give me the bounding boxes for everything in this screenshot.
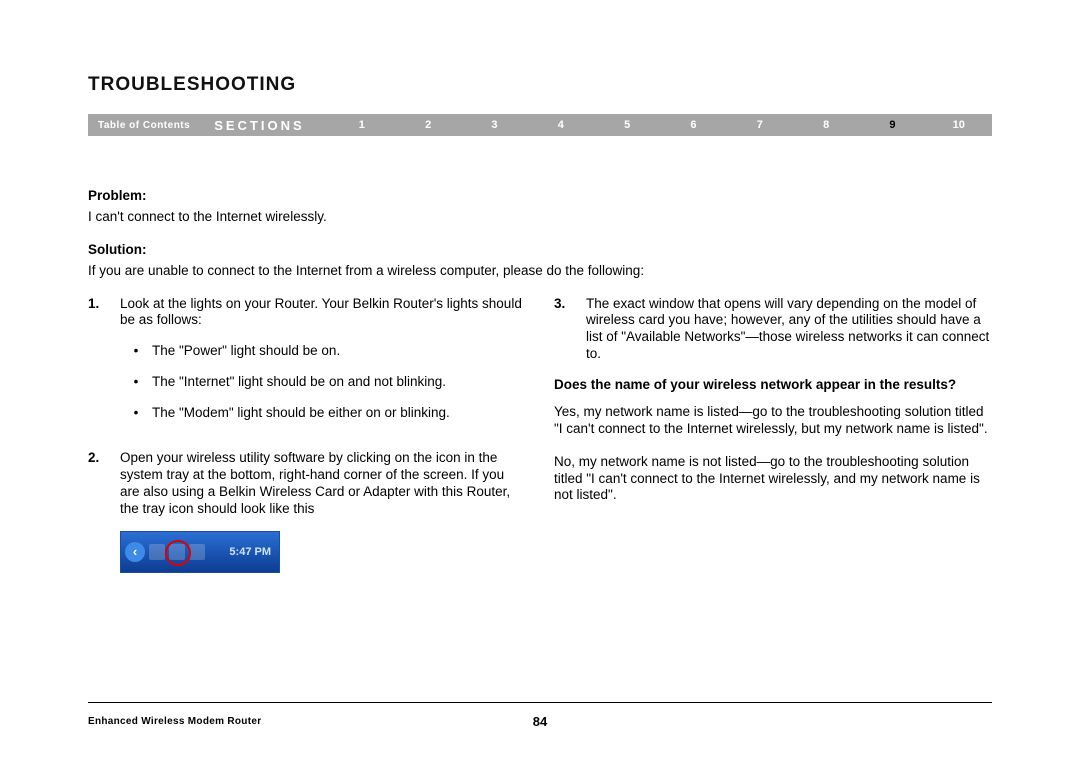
step-1-number: 1.: [88, 296, 120, 436]
content-area: Problem: I can't connect to the Internet…: [88, 188, 992, 573]
bullet-internet: •The "Internet" light should be on and n…: [120, 374, 526, 391]
bullet-power: •The "Power" light should be on.: [120, 343, 526, 360]
left-column: 1. Look at the lights on your Router. Yo…: [88, 296, 526, 574]
problem-text: I can't connect to the Internet wireless…: [88, 209, 992, 226]
section-link-7[interactable]: 7: [727, 119, 793, 131]
solution-label: Solution:: [88, 242, 992, 259]
section-link-8[interactable]: 8: [793, 119, 859, 131]
section-link-2[interactable]: 2: [395, 119, 461, 131]
section-link-4[interactable]: 4: [528, 119, 594, 131]
step-2-number: 2.: [88, 450, 120, 518]
step-2-text: Open your wireless utility software by c…: [120, 450, 510, 516]
step-3-number: 3.: [554, 296, 586, 364]
tray-icon-wireless-circled: [169, 544, 185, 560]
bullet-modem-text: The "Modem" light should be either on or…: [152, 405, 450, 422]
page-number: 84: [533, 714, 547, 729]
answer-no: No, my network name is not listed—go to …: [554, 454, 992, 505]
answer-yes: Yes, my network name is listed—go to the…: [554, 404, 992, 438]
section-link-6[interactable]: 6: [660, 119, 726, 131]
system-tray-image: ‹ 5:47 PM: [120, 531, 280, 573]
step-2: 2. Open your wireless utility software b…: [88, 450, 526, 518]
bullet-internet-text: The "Internet" light should be on and no…: [152, 374, 446, 391]
step-1: 1. Look at the lights on your Router. Yo…: [88, 296, 526, 436]
sections-label: SECTIONS: [200, 118, 328, 133]
step-1-text: Look at the lights on your Router. Your …: [120, 296, 522, 328]
section-link-10[interactable]: 10: [926, 119, 992, 131]
solution-intro: If you are unable to connect to the Inte…: [88, 263, 992, 280]
step-3-text: The exact window that opens will vary de…: [586, 296, 989, 362]
tray-icon-3: [189, 544, 205, 560]
chevron-left-icon: ‹: [125, 542, 145, 562]
section-link-5[interactable]: 5: [594, 119, 660, 131]
right-column: 3. The exact window that opens will vary…: [554, 296, 992, 574]
step-3: 3. The exact window that opens will vary…: [554, 296, 992, 364]
question-heading: Does the name of your wireless network a…: [554, 377, 992, 394]
problem-label: Problem:: [88, 188, 992, 205]
bullet-power-text: The "Power" light should be on.: [152, 343, 340, 360]
tray-icon-1: [149, 544, 165, 560]
section-link-1[interactable]: 1: [329, 119, 395, 131]
page-footer: Enhanced Wireless Modem Router 84: [88, 716, 992, 727]
bullet-modem: •The "Modem" light should be either on o…: [120, 405, 526, 422]
product-name: Enhanced Wireless Modem Router: [88, 716, 261, 727]
sections-list: 1 2 3 4 5 6 7 8 9 10: [329, 119, 992, 131]
tray-clock: 5:47 PM: [229, 546, 271, 560]
page-title: TROUBLESHOOTING: [88, 74, 992, 96]
footer-divider: [88, 702, 992, 703]
toc-link[interactable]: Table of Contents: [88, 120, 200, 131]
section-link-9[interactable]: 9: [859, 119, 925, 131]
section-link-3[interactable]: 3: [461, 119, 527, 131]
section-navbar: Table of Contents SECTIONS 1 2 3 4 5 6 7…: [88, 114, 992, 136]
